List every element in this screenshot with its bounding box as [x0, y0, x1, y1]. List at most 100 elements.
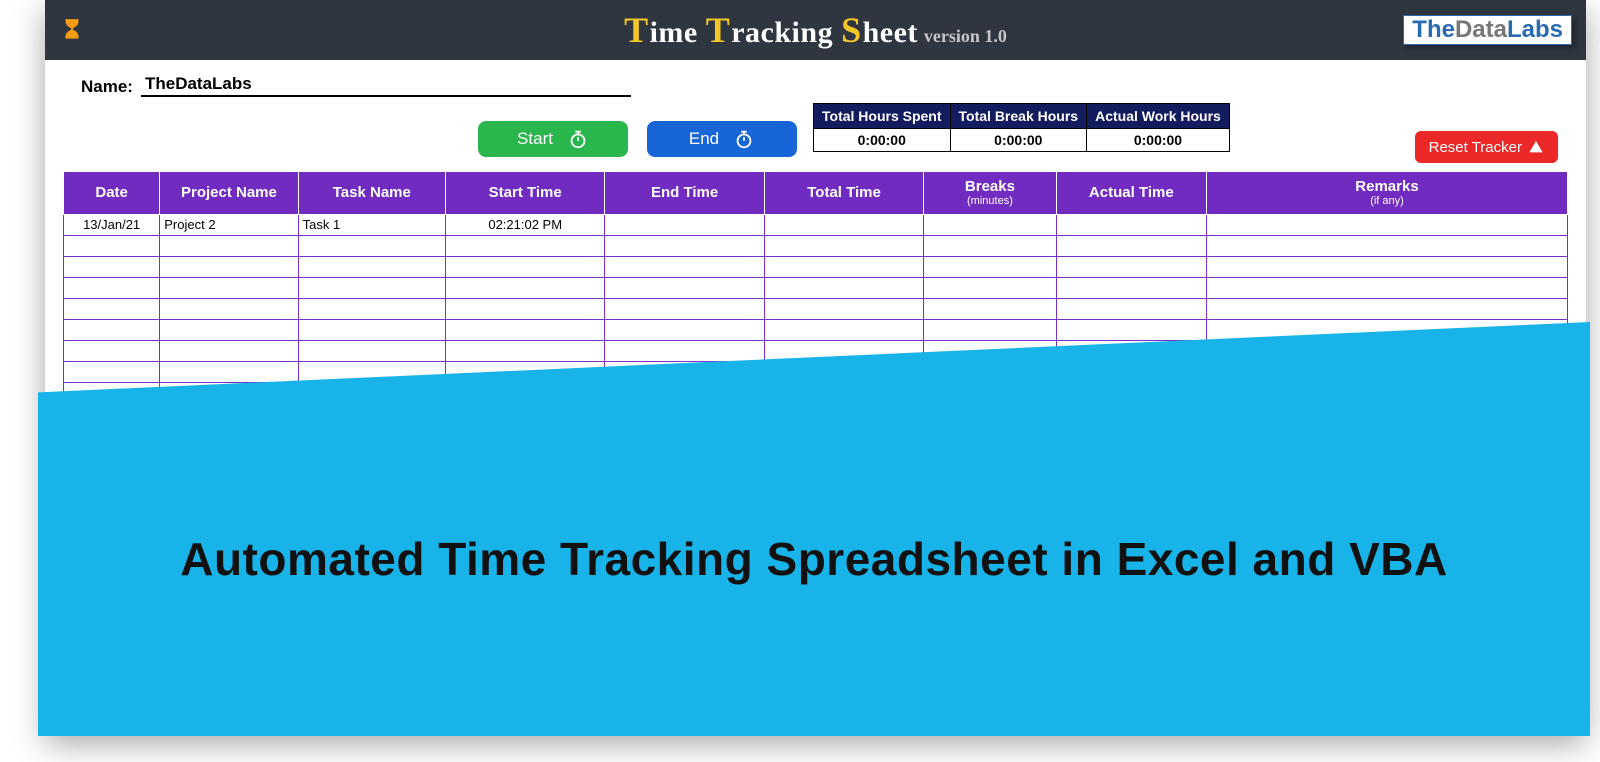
grid-cell[interactable] [1056, 214, 1206, 235]
summary-header: Total Break Hours [950, 104, 1087, 129]
grid-cell[interactable] [64, 235, 160, 256]
warning-icon [1528, 139, 1544, 155]
grid-cell[interactable] [764, 298, 923, 319]
grid-cell[interactable] [1207, 214, 1568, 235]
grid-cell[interactable] [605, 235, 764, 256]
grid-cell[interactable] [1207, 235, 1568, 256]
grid-cell[interactable] [160, 340, 298, 361]
grid-cell[interactable] [1056, 319, 1206, 340]
stopwatch-icon [567, 128, 589, 150]
grid-cell[interactable] [446, 319, 605, 340]
grid-col-header: Date [64, 172, 160, 215]
grid-cell[interactable] [446, 277, 605, 298]
reset-button[interactable]: Reset Tracker [1415, 131, 1558, 163]
grid-col-header: Task Name [298, 172, 445, 215]
grid-cell[interactable] [605, 298, 764, 319]
app-version: version 1.0 [924, 26, 1007, 47]
grid-col-header: Start Time [446, 172, 605, 215]
start-button-label: Start [517, 129, 553, 149]
stopwatch-icon [733, 128, 755, 150]
grid-cell[interactable] [64, 361, 160, 382]
grid-cell[interactable] [160, 319, 298, 340]
grid-cell[interactable] [605, 340, 764, 361]
grid-cell[interactable] [764, 277, 923, 298]
grid-cell[interactable] [1056, 277, 1206, 298]
title-letter: T [624, 10, 649, 50]
table-row[interactable] [64, 235, 1568, 256]
grid-cell[interactable] [605, 277, 764, 298]
grid-cell[interactable] [298, 298, 445, 319]
grid-cell[interactable] [64, 319, 160, 340]
grid-cell[interactable] [446, 298, 605, 319]
controls-row: Start End Total Hours Spent Total Break … [63, 103, 1568, 165]
grid-cell[interactable] [64, 277, 160, 298]
grid-cell[interactable] [298, 277, 445, 298]
grid-cell[interactable] [605, 214, 764, 235]
promo-banner: Automated Time Tracking Spreadsheet in E… [38, 322, 1590, 736]
header-bar: Time Tracking Sheet version 1.0 TheDataL… [45, 0, 1586, 60]
table-row[interactable] [64, 277, 1568, 298]
grid-cell[interactable] [298, 319, 445, 340]
grid-cell[interactable] [298, 256, 445, 277]
grid-cell[interactable] [298, 235, 445, 256]
grid-cell[interactable] [160, 256, 298, 277]
logo: TheDataLabs [1403, 15, 1572, 45]
grid-cell[interactable] [764, 235, 923, 256]
app-title: Time Tracking Sheet version 1.0 [45, 9, 1586, 51]
end-button[interactable]: End [647, 121, 797, 157]
grid-cell[interactable] [1207, 298, 1568, 319]
grid-cell[interactable] [446, 256, 605, 277]
hourglass-icon [59, 13, 85, 47]
grid-cell[interactable] [1207, 256, 1568, 277]
grid-cell[interactable] [160, 277, 298, 298]
summary-table: Total Hours Spent Total Break Hours Actu… [813, 103, 1230, 152]
grid-cell[interactable] [64, 340, 160, 361]
name-row: Name: TheDataLabs [45, 60, 1586, 103]
grid-cell[interactable] [924, 214, 1056, 235]
summary-header: Total Hours Spent [814, 104, 951, 129]
grid-cell[interactable]: 02:21:02 PM [446, 214, 605, 235]
grid-cell[interactable]: Project 2 [160, 214, 298, 235]
grid-cell[interactable] [605, 256, 764, 277]
grid-header-row: DateProject NameTask NameStart TimeEnd T… [64, 172, 1568, 215]
grid-cell[interactable] [605, 319, 764, 340]
end-button-label: End [689, 129, 719, 149]
grid-cell[interactable] [1056, 235, 1206, 256]
grid-cell[interactable] [764, 319, 923, 340]
grid-cell[interactable]: Task 1 [298, 214, 445, 235]
grid-cell[interactable] [924, 256, 1056, 277]
table-row[interactable] [64, 298, 1568, 319]
grid-cell[interactable]: 13/Jan/21 [64, 214, 160, 235]
start-button[interactable]: Start [478, 121, 628, 157]
banner-text: Automated Time Tracking Spreadsheet in E… [180, 532, 1448, 586]
grid-cell[interactable] [160, 361, 298, 382]
grid-cell[interactable] [64, 256, 160, 277]
grid-col-header: Project Name [160, 172, 298, 215]
grid-cell[interactable] [764, 214, 923, 235]
grid-cell[interactable] [924, 235, 1056, 256]
grid-cell[interactable] [298, 340, 445, 361]
grid-cell[interactable] [64, 298, 160, 319]
grid-cell[interactable] [160, 235, 298, 256]
grid-cell[interactable] [1056, 298, 1206, 319]
grid-col-header: Total Time [764, 172, 923, 215]
grid-cell[interactable] [924, 319, 1056, 340]
grid-col-header: Breaks(minutes) [924, 172, 1056, 215]
grid-cell[interactable] [1207, 277, 1568, 298]
title-letter: S [841, 10, 862, 50]
grid-cell[interactable] [160, 298, 298, 319]
grid-cell[interactable] [446, 235, 605, 256]
grid-col-header: Actual Time [1056, 172, 1206, 215]
table-row[interactable]: 13/Jan/21Project 2Task 102:21:02 PM [64, 214, 1568, 235]
grid-cell[interactable] [764, 256, 923, 277]
title-letter: T [706, 10, 731, 50]
grid-cell[interactable] [1056, 256, 1206, 277]
name-input[interactable]: TheDataLabs [141, 74, 631, 97]
grid-cell[interactable] [924, 298, 1056, 319]
break-hours-value: 0:00:00 [950, 129, 1087, 152]
reset-button-label: Reset Tracker [1429, 139, 1522, 156]
grid-cell[interactable] [446, 340, 605, 361]
table-row[interactable] [64, 256, 1568, 277]
grid-cell[interactable] [924, 277, 1056, 298]
grid-col-header: End Time [605, 172, 764, 215]
